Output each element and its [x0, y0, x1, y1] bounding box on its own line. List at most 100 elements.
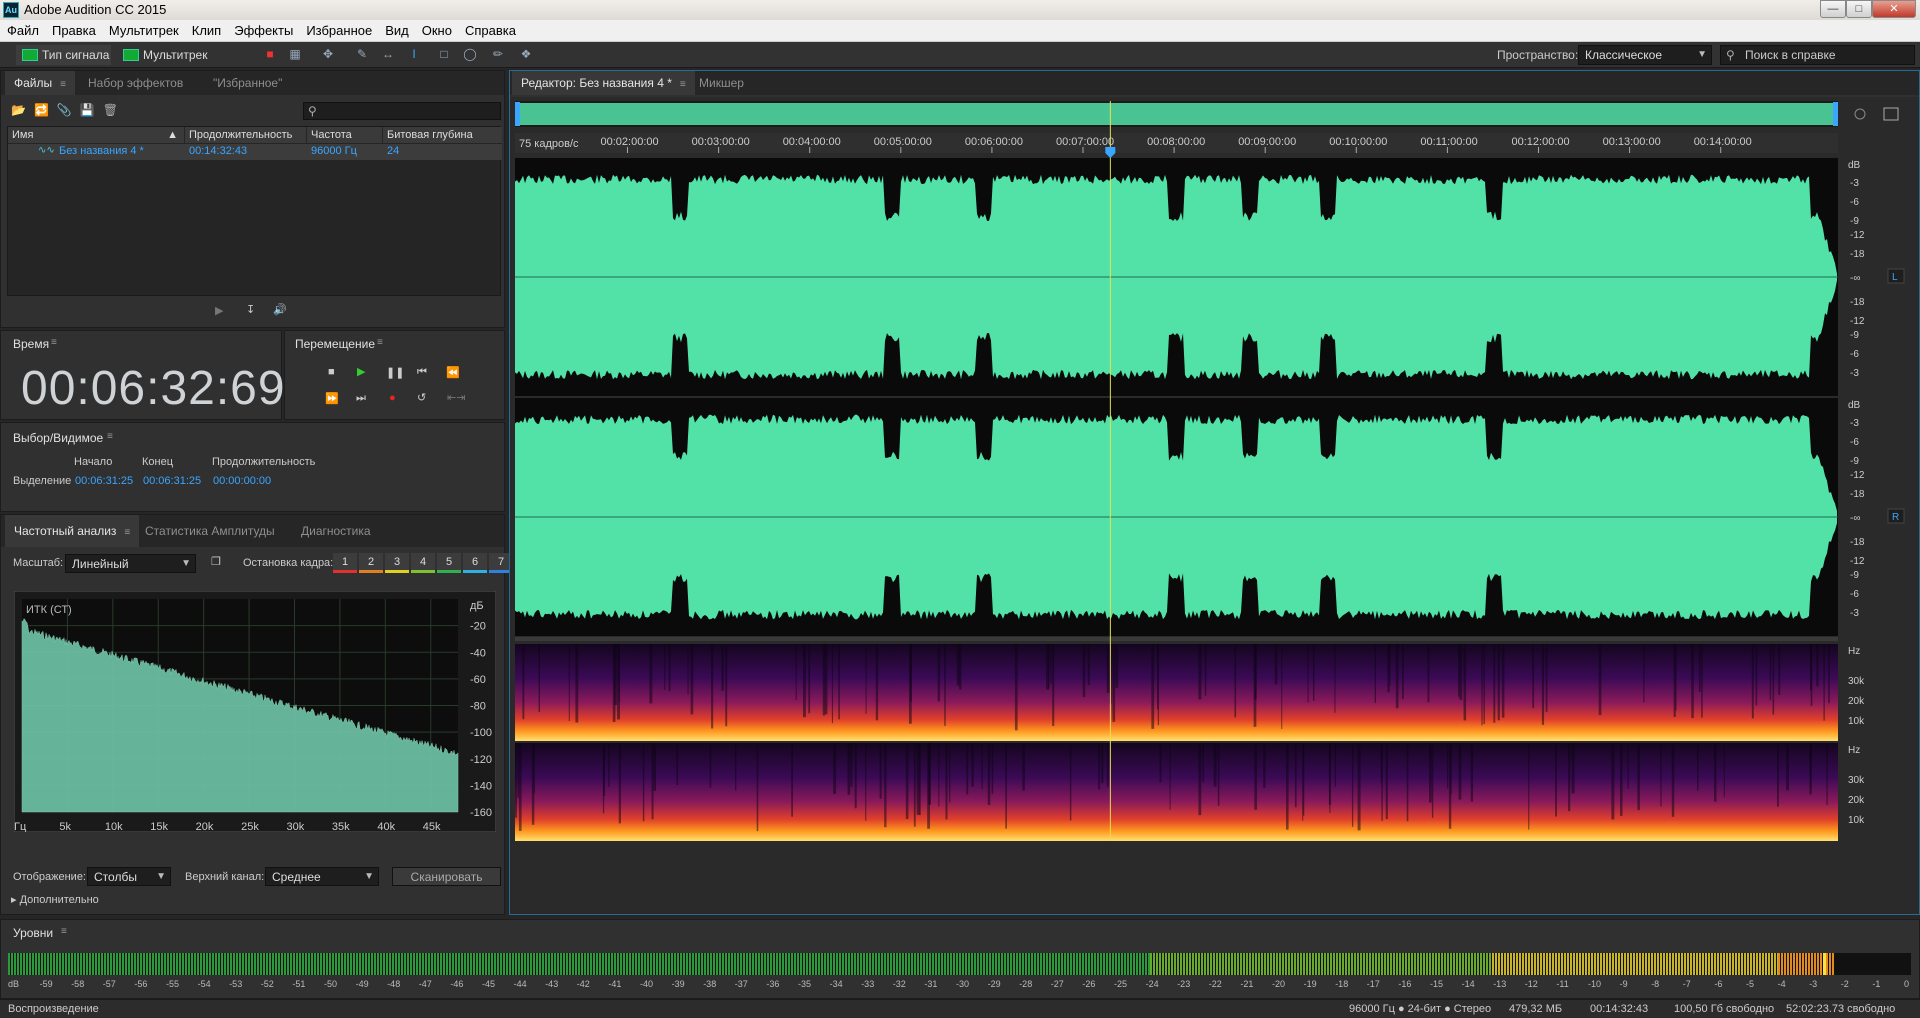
- lasso-tool-icon[interactable]: ◯: [462, 47, 478, 61]
- panel-menu-icon[interactable]: ≡: [680, 73, 686, 97]
- editor-canvas[interactable]: 75 кадров/с 00:02:00:00 00:03:00:00 00:04:0…: [510, 97, 1919, 914]
- menu-multitrack[interactable]: Мультитрек: [102, 20, 185, 38]
- multitrack-mode-button[interactable]: Мультитрек: [117, 45, 213, 65]
- tab-amplitude-stats[interactable]: Статистика Амплитуды: [136, 515, 284, 547]
- play-button[interactable]: ▶: [357, 365, 365, 378]
- frame-rate-label: 75 кадров/с: [519, 138, 579, 150]
- selection-end-value[interactable]: 00:06:31:25: [143, 475, 201, 487]
- pitch-display-icon[interactable]: ▦: [287, 47, 303, 61]
- menu-file[interactable]: Файл: [0, 20, 45, 38]
- scale-value: Линейный: [72, 557, 129, 571]
- tab-diagnostics[interactable]: Диагностика: [292, 515, 380, 547]
- panel-menu-icon[interactable]: ≡: [60, 73, 66, 97]
- panel-divider: [515, 637, 1838, 641]
- spectral-display-icon[interactable]: ■: [262, 47, 278, 61]
- rewind-button[interactable]: ⏪: [446, 366, 460, 379]
- spot-healing-tool-icon[interactable]: ❖: [518, 47, 534, 61]
- column-header-rate[interactable]: Частота: [307, 127, 382, 143]
- tab-editor[interactable]: Редактор: Без названия 4 * ≡: [512, 71, 695, 95]
- freeze-slot-4[interactable]: 4: [411, 553, 435, 573]
- tab-files[interactable]: Файлы ≡: [5, 71, 75, 95]
- menu-clip[interactable]: Клип: [185, 20, 227, 38]
- loop-playback-button[interactable]: ↺: [417, 391, 426, 404]
- panel-menu-icon[interactable]: ≡: [61, 926, 67, 937]
- scan-button[interactable]: Сканировать: [392, 867, 501, 886]
- status-free-time: 52:02:23.73 свободно: [1786, 1003, 1896, 1015]
- menu-edit[interactable]: Правка: [45, 20, 102, 38]
- minimize-button[interactable]: —: [1820, 0, 1846, 18]
- spectrogram-streak: [756, 743, 759, 832]
- spectrogram-streak: [1098, 743, 1100, 790]
- files-tabbar: Файлы ≡ Набор эффектов "Избранное": [1, 71, 504, 95]
- spectrogram-streak: [1769, 644, 1772, 701]
- freeze-slot-6[interactable]: 6: [463, 553, 487, 573]
- fast-forward-button[interactable]: ⏩: [325, 392, 339, 405]
- panel-menu-icon[interactable]: ≡: [124, 517, 130, 549]
- tab-frequency-analysis[interactable]: Частотный анализ ≡: [5, 515, 140, 549]
- spectrogram-streak: [575, 644, 579, 723]
- slip-tool-icon[interactable]: ↔: [380, 47, 396, 61]
- files-search-input[interactable]: ⚲: [303, 102, 501, 120]
- maximize-button[interactable]: □: [1846, 0, 1872, 18]
- help-search-input[interactable]: ⚲ Поиск в справке: [1720, 45, 1915, 65]
- column-header-depth[interactable]: Битовая глубина: [383, 127, 502, 143]
- autoplay-icon[interactable]: 🔊: [273, 303, 287, 316]
- meter-tick-label: -15: [1430, 979, 1444, 989]
- panel-menu-icon[interactable]: ≡: [377, 337, 383, 348]
- skip-to-end-button[interactable]: ⏭: [356, 392, 366, 405]
- menu-effects[interactable]: Эффекты: [227, 20, 299, 38]
- frequency-graph: ИТК (СТ) дБ -20 -40 -60 -80 -100 -120 -140 -160 Гц…: [14, 591, 496, 832]
- top-channel-dropdown[interactable]: Среднее ▼: [265, 867, 379, 886]
- pause-button[interactable]: ❚❚: [386, 366, 404, 379]
- menu-window[interactable]: Окно: [415, 20, 458, 38]
- freeze-slot-5[interactable]: 5: [437, 553, 461, 573]
- workspace-dropdown[interactable]: Классическое ▼: [1578, 45, 1712, 65]
- tab-effects-rack[interactable]: Набор эффектов: [79, 71, 192, 95]
- insert-icon[interactable]: ↧: [246, 303, 255, 316]
- copy-icon[interactable]: ❐: [211, 555, 221, 568]
- meter-tick-label: -18: [1335, 979, 1349, 989]
- meter-peak: [1823, 953, 1827, 975]
- meter-tick-label: -32: [892, 979, 906, 989]
- advanced-toggle[interactable]: ▸ Дополнительно: [11, 893, 99, 906]
- column-header-name[interactable]: Имя ▲: [8, 127, 184, 143]
- scale-dropdown[interactable]: Линейный ▼: [65, 554, 196, 573]
- selection-duration-value[interactable]: 00:00:00:00: [213, 475, 271, 487]
- files-toolbar-icons[interactable]: 📂🔁📎💾🗑: [11, 103, 126, 117]
- razor-tool-icon[interactable]: ✎: [354, 47, 370, 61]
- spectrogram-streak: [1620, 743, 1623, 816]
- table-row[interactable]: ∿∿ Без названия 4 * 00:14:32:43 96000 Гц…: [8, 144, 502, 160]
- marquee-tool-icon[interactable]: □: [436, 47, 452, 61]
- skip-to-start-button[interactable]: ⏮: [417, 366, 427, 379]
- freeze-slot-2[interactable]: 2: [359, 553, 383, 573]
- tab-mixer[interactable]: Микшер: [690, 71, 753, 95]
- meter-tick-label: -34: [829, 979, 843, 989]
- spectrogram-streak: [664, 644, 666, 690]
- column-header-duration[interactable]: Продолжительность: [185, 127, 306, 143]
- waveform-mode-button[interactable]: Тип сигнала: [16, 45, 111, 65]
- transport-panel: Перемещение ≡ ■ ▶ ❚❚ ⏮ ⏪ ⏩ ⏭ ● ↺ ⇤⇥: [284, 330, 505, 420]
- selection-start-value[interactable]: 00:06:31:25: [75, 475, 133, 487]
- panel-menu-icon[interactable]: ≡: [51, 337, 57, 348]
- brush-tool-icon[interactable]: ✏: [490, 47, 506, 61]
- meter-tick-label: -14: [1461, 979, 1475, 989]
- menu-view[interactable]: Вид: [378, 20, 415, 38]
- move-tool-icon[interactable]: ✥: [320, 47, 336, 61]
- freeze-slot-3[interactable]: 3: [385, 553, 409, 573]
- tab-favorites[interactable]: "Избранное": [204, 71, 291, 95]
- play-preview-icon[interactable]: ▶: [215, 304, 223, 317]
- menu-favorites[interactable]: Избранное: [299, 20, 378, 38]
- spectrogram-streak: [879, 743, 882, 799]
- db-tick-label: -80: [470, 701, 486, 713]
- display-dropdown[interactable]: Столбы ▼: [87, 867, 171, 886]
- freeze-slot-1[interactable]: 1: [333, 553, 357, 573]
- menu-help[interactable]: Справка: [458, 20, 522, 38]
- skip-selection-button[interactable]: ⇤⇥: [447, 391, 465, 404]
- close-button[interactable]: ✕: [1872, 0, 1916, 18]
- panel-menu-icon[interactable]: ≡: [107, 431, 113, 442]
- spectrogram-streak: [1431, 743, 1434, 818]
- time-selection-tool-icon[interactable]: I: [406, 47, 422, 61]
- record-button[interactable]: ●: [389, 392, 396, 404]
- meter-tick-label: -25: [1114, 979, 1128, 989]
- stop-button[interactable]: ■: [328, 366, 335, 378]
